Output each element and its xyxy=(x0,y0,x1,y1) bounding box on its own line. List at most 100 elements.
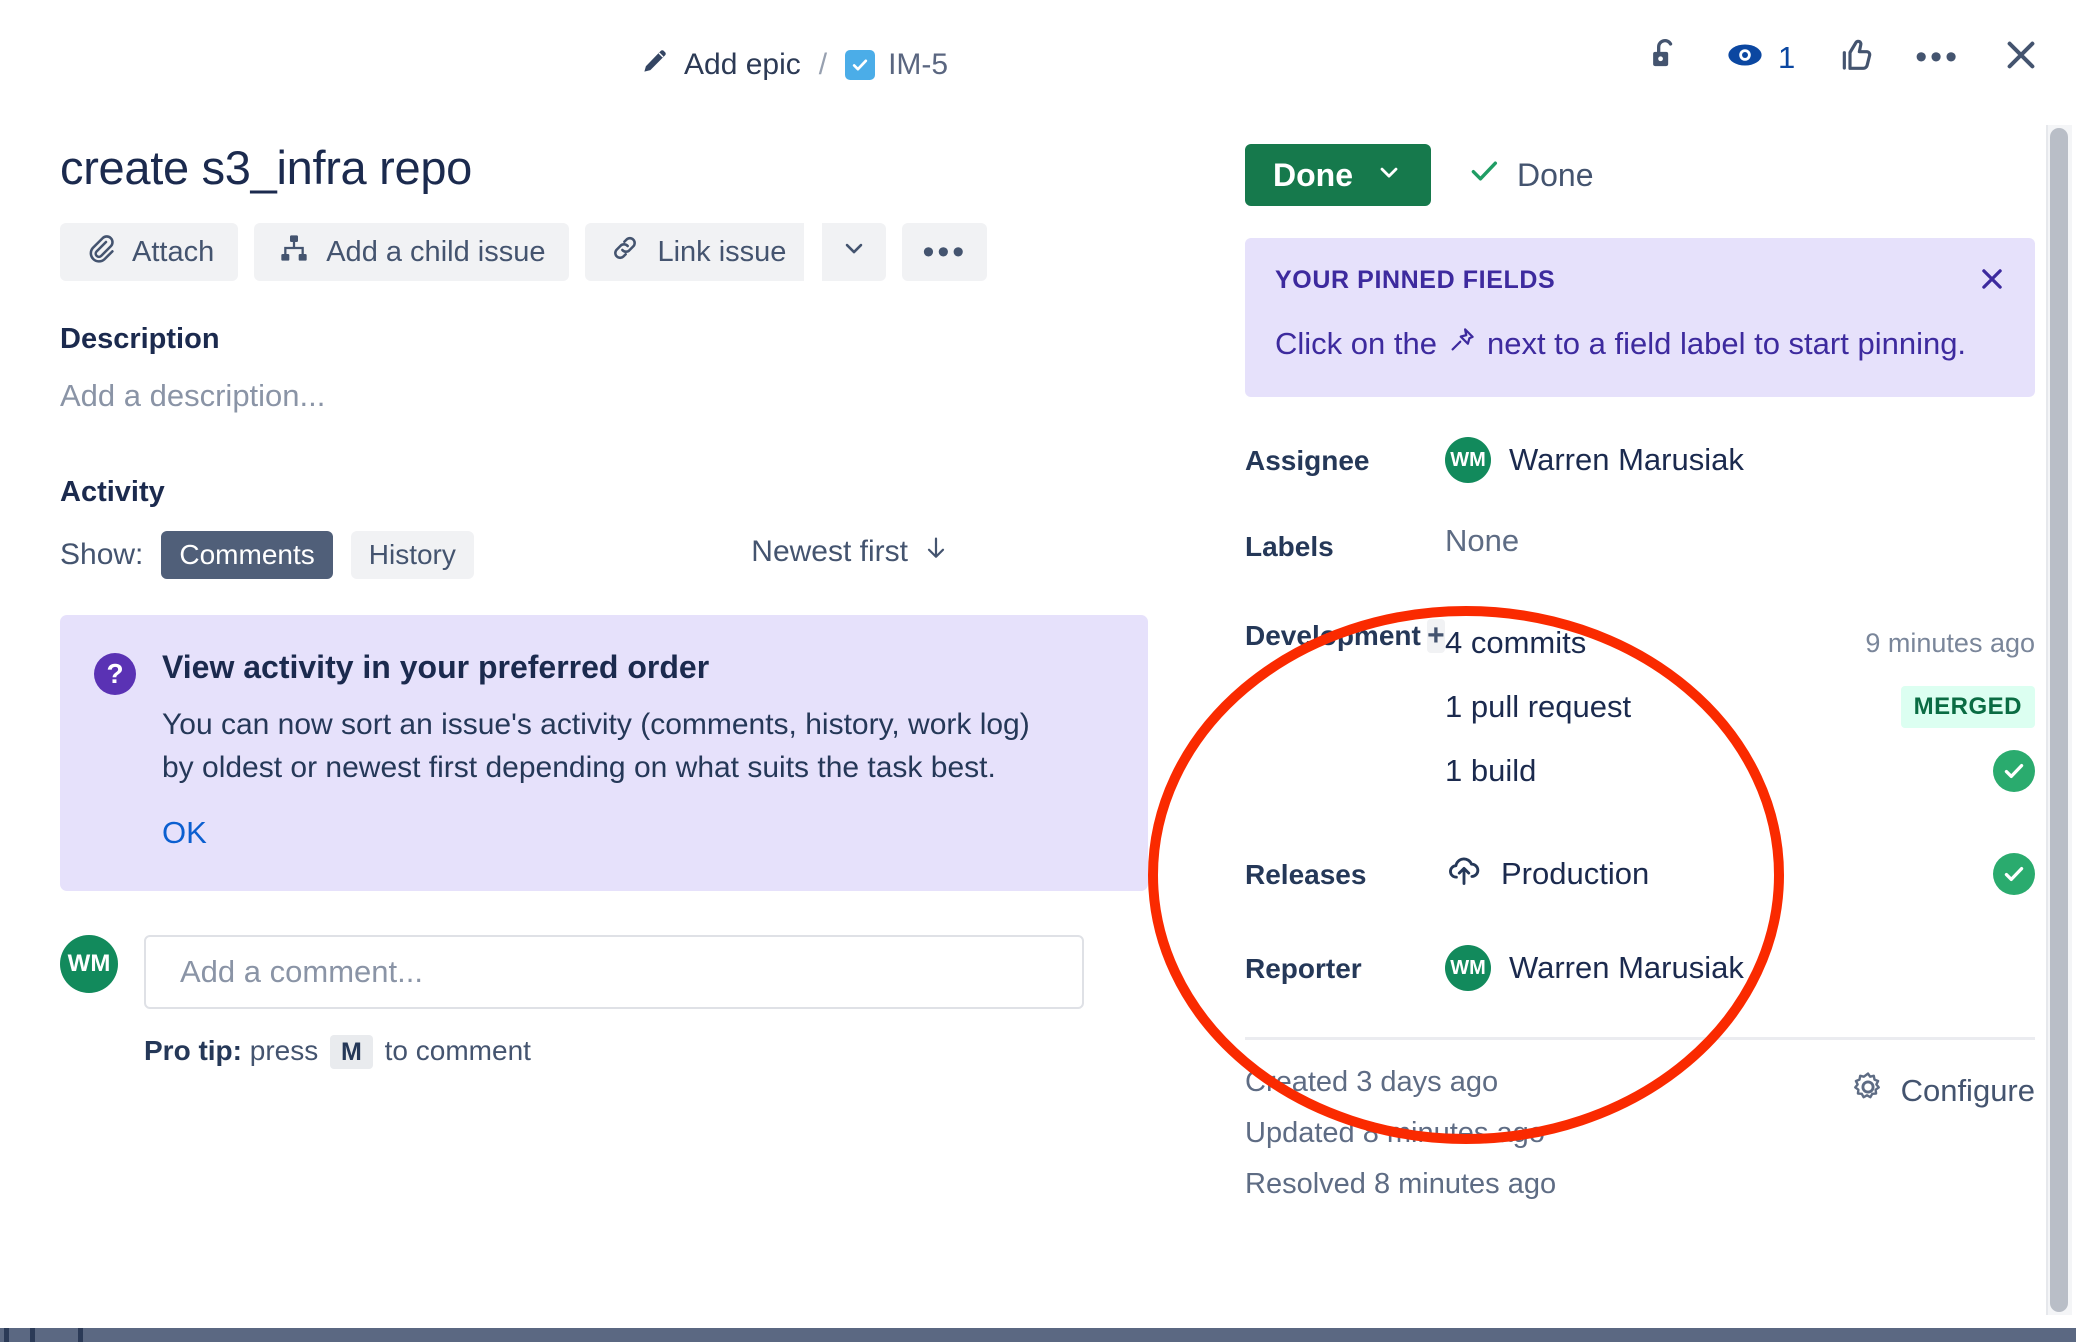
vote-button[interactable] xyxy=(1835,35,1875,80)
link-issue-label: Link issue xyxy=(657,235,787,268)
close-x-icon xyxy=(1977,269,2007,298)
lock-button[interactable] xyxy=(1646,36,1684,79)
pin-icon xyxy=(1447,325,1477,363)
notice-ok-button[interactable]: OK xyxy=(162,815,207,851)
child-issue-hierarchy-icon xyxy=(278,232,310,272)
breadcrumb-issue-key-link[interactable]: IM-5 xyxy=(845,48,948,82)
link-chain-icon xyxy=(609,232,641,272)
pro-tip-key: M xyxy=(330,1035,373,1070)
sort-order-label: Newest first xyxy=(751,535,908,568)
comment-input[interactable]: Add a comment... xyxy=(144,935,1084,1010)
resolved-timestamp: Resolved 8 minutes ago xyxy=(1245,1168,1557,1200)
field-releases: Releases Production xyxy=(1245,851,2035,897)
comment-placeholder: Add a comment... xyxy=(180,954,423,990)
issue-top-bar: Add epic / IM-5 1 ••• xyxy=(0,0,2076,118)
reporter-name: Warren Marusiak xyxy=(1509,950,1744,985)
build-success-check-icon xyxy=(1993,750,2035,792)
resolution-label: Done xyxy=(1517,156,1594,193)
development-pull-request-item[interactable]: 1 pull request MERGED xyxy=(1445,675,2035,739)
field-label-development: Development + xyxy=(1245,611,1445,653)
tab-comments[interactable]: Comments xyxy=(161,531,333,579)
tab-history[interactable]: History xyxy=(350,531,474,579)
pinned-body-prefix: Click on the xyxy=(1275,326,1437,361)
releases-value[interactable]: Production xyxy=(1445,851,2035,897)
pinned-fields-close-button[interactable] xyxy=(1977,264,2007,299)
unlocked-padlock-icon xyxy=(1646,36,1684,79)
question-mark-icon: ? xyxy=(94,653,136,695)
watch-button[interactable]: 1 xyxy=(1724,34,1795,81)
field-reporter: Reporter WM Warren Marusiak xyxy=(1245,945,2035,991)
activity-sort-notice: ? View activity in your preferred order … xyxy=(60,615,1148,892)
check-icon xyxy=(1467,154,1501,196)
notice-body: You can now sort an issue's activity (co… xyxy=(162,708,1030,784)
field-labels: Labels None xyxy=(1245,523,2035,563)
comment-pro-tip: Pro tip: press M to comment xyxy=(144,1035,1240,1070)
issue-action-toolbar: Attach Add a child issue Link issue ••• xyxy=(60,223,1240,281)
scrollbar-thumb[interactable] xyxy=(2050,128,2068,1312)
configure-label: Configure xyxy=(1900,1073,2035,1108)
development-list: 4 commits 9 minutes ago 1 pull request M… xyxy=(1445,611,2035,803)
status-row: Done Done xyxy=(1245,144,2035,206)
avatar: WM xyxy=(1445,437,1491,483)
gear-icon xyxy=(1851,1070,1885,1112)
resolution-indicator: Done xyxy=(1467,154,1594,196)
eye-icon xyxy=(1724,34,1766,81)
pinned-fields-panel: YOUR PINNED FIELDS Click on the next to … xyxy=(1245,238,2035,397)
close-x-icon xyxy=(2000,34,2042,81)
issue-footer-meta: Created 3 days ago Updated 8 minutes ago… xyxy=(1245,1066,2035,1219)
description-heading: Description xyxy=(60,323,220,355)
development-build-item[interactable]: 1 build xyxy=(1445,739,2035,803)
pro-tip-mid: press xyxy=(249,1035,319,1067)
reporter-value[interactable]: WM Warren Marusiak xyxy=(1445,945,2035,991)
link-issue-dropdown-button[interactable] xyxy=(822,223,887,281)
link-issue-button[interactable]: Link issue xyxy=(585,223,805,281)
arrow-down-icon xyxy=(922,533,950,571)
avatar: WM xyxy=(1445,945,1491,991)
notice-title: View activity in your preferred order xyxy=(162,649,710,685)
breadcrumb-issue-key: IM-5 xyxy=(888,48,949,81)
labels-value[interactable]: None xyxy=(1445,523,2035,559)
development-commits-item[interactable]: 4 commits 9 minutes ago xyxy=(1445,611,2035,675)
assignee-value[interactable]: WM Warren Marusiak xyxy=(1445,437,2035,483)
updated-timestamp: Updated 8 minutes ago xyxy=(1245,1117,1545,1149)
pinned-fields-title: YOUR PINNED FIELDS xyxy=(1275,266,1556,294)
jira-issue-view: Add epic / IM-5 1 ••• create s3_infra re… xyxy=(0,0,2076,1342)
avatar: WM xyxy=(60,935,118,994)
created-timestamp: Created 3 days ago xyxy=(1245,1066,1499,1098)
pro-tip-suffix: to comment xyxy=(384,1035,531,1067)
status-badge: MERGED xyxy=(1900,686,2035,728)
assignee-name: Warren Marusiak xyxy=(1509,442,1744,477)
paperclip-icon xyxy=(84,232,116,272)
development-label: Development xyxy=(1245,620,1421,651)
add-child-issue-button[interactable]: Add a child issue xyxy=(254,223,570,281)
details-divider xyxy=(1245,1037,2035,1040)
bottom-window-chrome xyxy=(0,1328,2076,1342)
chevron-down-icon xyxy=(1375,157,1403,194)
development-build-label: 1 build xyxy=(1445,753,1537,788)
activity-filter-row: Show: Comments History Newest first xyxy=(60,531,1240,579)
attach-label: Attach xyxy=(132,235,215,268)
plus-icon[interactable]: + xyxy=(1426,619,1445,653)
more-options-icon: ••• xyxy=(922,232,968,271)
show-label: Show: xyxy=(60,538,144,571)
description-placeholder[interactable]: Add a description... xyxy=(60,378,1240,414)
attach-button[interactable]: Attach xyxy=(60,223,239,281)
cloud-upload-icon xyxy=(1445,851,1483,897)
task-checkbox-icon xyxy=(845,50,876,80)
breadcrumb-separator: / xyxy=(818,48,828,81)
close-button[interactable] xyxy=(2000,34,2042,81)
more-options-icon: ••• xyxy=(1915,38,1960,77)
status-dropdown-button[interactable]: Done xyxy=(1245,144,1431,206)
sort-order-button[interactable]: Newest first xyxy=(751,533,950,571)
issue-content: create s3_infra repo Attach Add a child … xyxy=(0,118,2076,1342)
field-label-labels: Labels xyxy=(1245,531,1334,562)
add-epic-button[interactable]: Add epic xyxy=(640,46,801,84)
issue-main-column: create s3_infra repo Attach Add a child … xyxy=(60,118,1240,1070)
development-pull-request-label: 1 pull request xyxy=(1445,689,1632,724)
configure-button[interactable]: Configure xyxy=(1851,1066,2035,1112)
field-label-releases: Releases xyxy=(1245,859,1367,890)
thumbs-up-icon xyxy=(1835,35,1875,80)
page-title: create s3_infra repo xyxy=(60,141,473,194)
more-options-button[interactable]: ••• xyxy=(1915,38,1960,77)
issue-more-actions-button[interactable]: ••• xyxy=(902,223,988,281)
